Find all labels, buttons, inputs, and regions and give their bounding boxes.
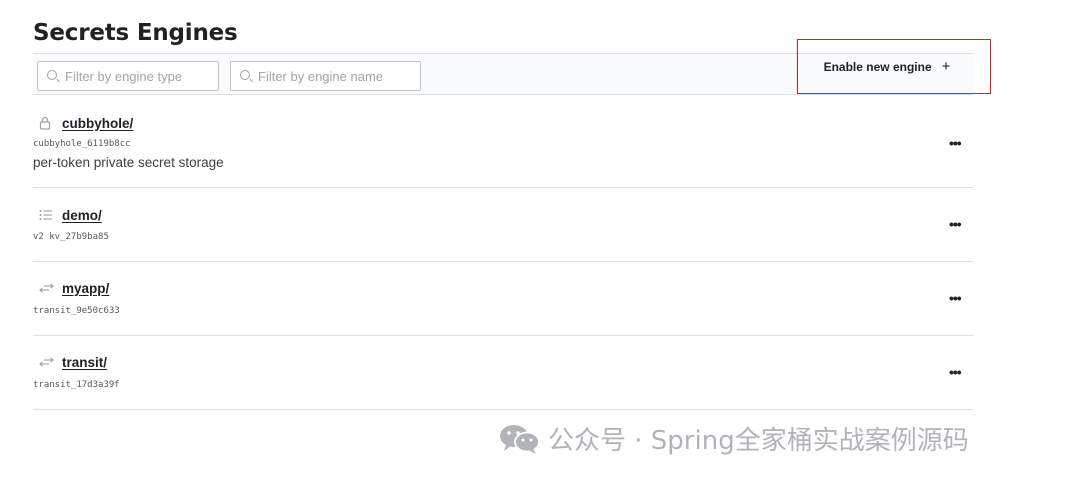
plus-icon: + [941, 58, 951, 75]
transit-arrows-icon [33, 354, 55, 370]
engine-description: per-token private secret storage [33, 155, 224, 170]
enable-new-engine-label: Enable new engine [823, 59, 932, 74]
filter-by-type-placeholder: Filter by engine type [65, 68, 183, 84]
engine-row-cubbyhole: cubbyhole/ cubbyhole_6119b8cc per-token … [33, 110, 973, 188]
engine-link-myapp[interactable]: myapp/ [62, 281, 109, 296]
engine-row-transit: transit/ transit_17d3a39f ••• [33, 336, 973, 410]
page-title: Secrets Engines [33, 20, 238, 46]
search-icon [240, 70, 250, 80]
list-icon [33, 207, 55, 223]
search-icon [47, 70, 57, 80]
more-options-button[interactable]: ••• [949, 364, 962, 380]
more-options-button[interactable]: ••• [949, 135, 962, 151]
engine-row-myapp: myapp/ transit_9e50c633 ••• [33, 262, 973, 336]
engine-accessor: v2 kv_27b9ba85 [33, 232, 109, 242]
lock-icon [33, 115, 55, 131]
engine-accessor: cubbyhole_6119b8cc [33, 139, 131, 149]
filter-by-name-placeholder: Filter by engine name [258, 68, 384, 84]
filter-by-type-input[interactable]: Filter by engine type [37, 61, 219, 91]
wechat-icon [498, 423, 542, 455]
engine-link-demo[interactable]: demo/ [62, 208, 102, 223]
engine-row-demo: demo/ v2 kv_27b9ba85 ••• [33, 188, 973, 262]
transit-arrows-icon [33, 280, 55, 296]
filter-by-name-input[interactable]: Filter by engine name [230, 61, 421, 91]
engine-accessor: transit_17d3a39f [33, 380, 120, 390]
more-options-button[interactable]: ••• [949, 290, 962, 306]
watermark: 公众号 · Spring全家桶实战案例源码 [498, 420, 969, 457]
more-options-button[interactable]: ••• [949, 216, 962, 232]
engine-link-cubbyhole[interactable]: cubbyhole/ [62, 116, 133, 131]
engine-link-transit[interactable]: transit/ [62, 355, 107, 370]
watermark-text: 公众号 · Spring全家桶实战案例源码 [548, 426, 969, 456]
enable-new-engine-button[interactable]: Enable new engine + [797, 39, 991, 94]
engine-accessor: transit_9e50c633 [33, 306, 120, 316]
